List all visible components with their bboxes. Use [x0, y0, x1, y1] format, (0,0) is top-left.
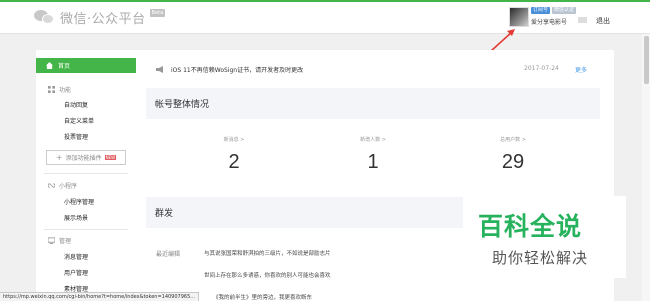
- sidebar-item-messages[interactable]: 消息管理: [64, 252, 88, 261]
- overview-section-title: 帐号整体情况: [146, 88, 600, 119]
- logo[interactable]: 微信·公众平台 Beta: [34, 8, 166, 27]
- sidebar-home-label: 首页: [58, 63, 71, 70]
- stat-label[interactable]: 新增人数 >: [313, 136, 433, 143]
- beta-badge: Beta: [149, 9, 166, 17]
- stat-value: 1: [367, 151, 379, 173]
- mass-send-section-title: 群发: [146, 197, 464, 228]
- sidebar-item-users[interactable]: 用户管理: [64, 268, 88, 277]
- stat-label[interactable]: 新消息 >: [174, 136, 294, 143]
- draft-item[interactable]: 世间上存在那么多诱惑，你喜欢的别人可能也会喜欢: [204, 271, 331, 279]
- notice-text: iOS 11不再信赖WoSign证书，请开发者及时更改: [171, 66, 304, 74]
- verified-tag: 微信认证: [552, 7, 577, 14]
- wechat-logo-icon: [34, 9, 56, 25]
- sidebar-group-mini-program: 小程序: [48, 181, 77, 190]
- logout-link[interactable]: 退出: [596, 16, 610, 26]
- message-icon[interactable]: [578, 17, 587, 23]
- stat-value: 2: [228, 151, 240, 173]
- account-name[interactable]: 爱分享电影号: [531, 17, 567, 26]
- add-plugin-button[interactable]: + 添加功能插件 NEW: [46, 150, 126, 165]
- grid-icon: [48, 86, 55, 93]
- sidebar-group-label: 管理: [59, 238, 72, 245]
- stat-label[interactable]: 总用户数 >: [453, 136, 573, 143]
- stat-total-users[interactable]: 总用户数 > 29: [453, 136, 573, 174]
- notice-date: 2017-07-24: [524, 65, 559, 72]
- add-plugin-label: 添加功能插件: [65, 155, 102, 162]
- watermark-title: 百科全说: [478, 212, 583, 241]
- sidebar-item-vote[interactable]: 投票管理: [64, 132, 88, 141]
- sidebar-group-manage: 管理: [48, 236, 71, 245]
- watermark-subtitle: 助你轻松解决: [492, 249, 589, 267]
- sidebar-item-mini-program-manage[interactable]: 小程序管理: [64, 197, 94, 206]
- stat-new-messages[interactable]: 新消息 > 2: [174, 136, 294, 174]
- logo-text: 微信·公众平台: [60, 11, 146, 27]
- draft-item[interactable]: 与其说张国荣和舒淇拍的三级片，不如说是部励志片: [204, 249, 331, 257]
- account-avatar[interactable]: [509, 7, 529, 27]
- sidebar-divider: [44, 229, 128, 230]
- sidebar-item-home[interactable]: 首页: [36, 58, 136, 73]
- sidebar-item-custom-menu[interactable]: 自定义菜单: [64, 116, 94, 125]
- stat-value: 29: [501, 151, 525, 173]
- plus-icon: +: [55, 153, 63, 162]
- monitor-icon: [48, 237, 55, 244]
- subscription-tag: 订阅号: [531, 7, 551, 14]
- browser-status-url: https://mp.weixin.qq.com/cgi-bin/home?t=…: [0, 292, 200, 301]
- scrollbar-thumb[interactable]: [644, 36, 649, 84]
- sidebar-group-features: 功能: [48, 85, 71, 94]
- speaker-icon: [156, 65, 163, 73]
- new-badge: NEW: [104, 155, 117, 160]
- notice-more-link[interactable]: 更多: [575, 65, 587, 74]
- account-type-tags: 订阅号 微信认证: [531, 7, 577, 14]
- sidebar-item-display-scenes[interactable]: 展示场景: [64, 213, 88, 222]
- header-accent-bar: [0, 0, 650, 2]
- home-icon: [46, 62, 53, 69]
- stat-new-followers[interactable]: 新增人数 > 1: [313, 136, 433, 174]
- sidebar-group-label: 小程序: [59, 183, 78, 190]
- recent-edit-label: 最近编辑: [156, 251, 181, 258]
- mini-program-icon: [48, 183, 55, 188]
- sidebar-group-label: 功能: [59, 87, 72, 94]
- sidebar-divider: [44, 173, 128, 174]
- draft-item[interactable]: 《我的前半生》里的旁边，我更喜欢断东: [213, 293, 312, 301]
- sidebar-item-auto-reply[interactable]: 自动回复: [64, 100, 88, 109]
